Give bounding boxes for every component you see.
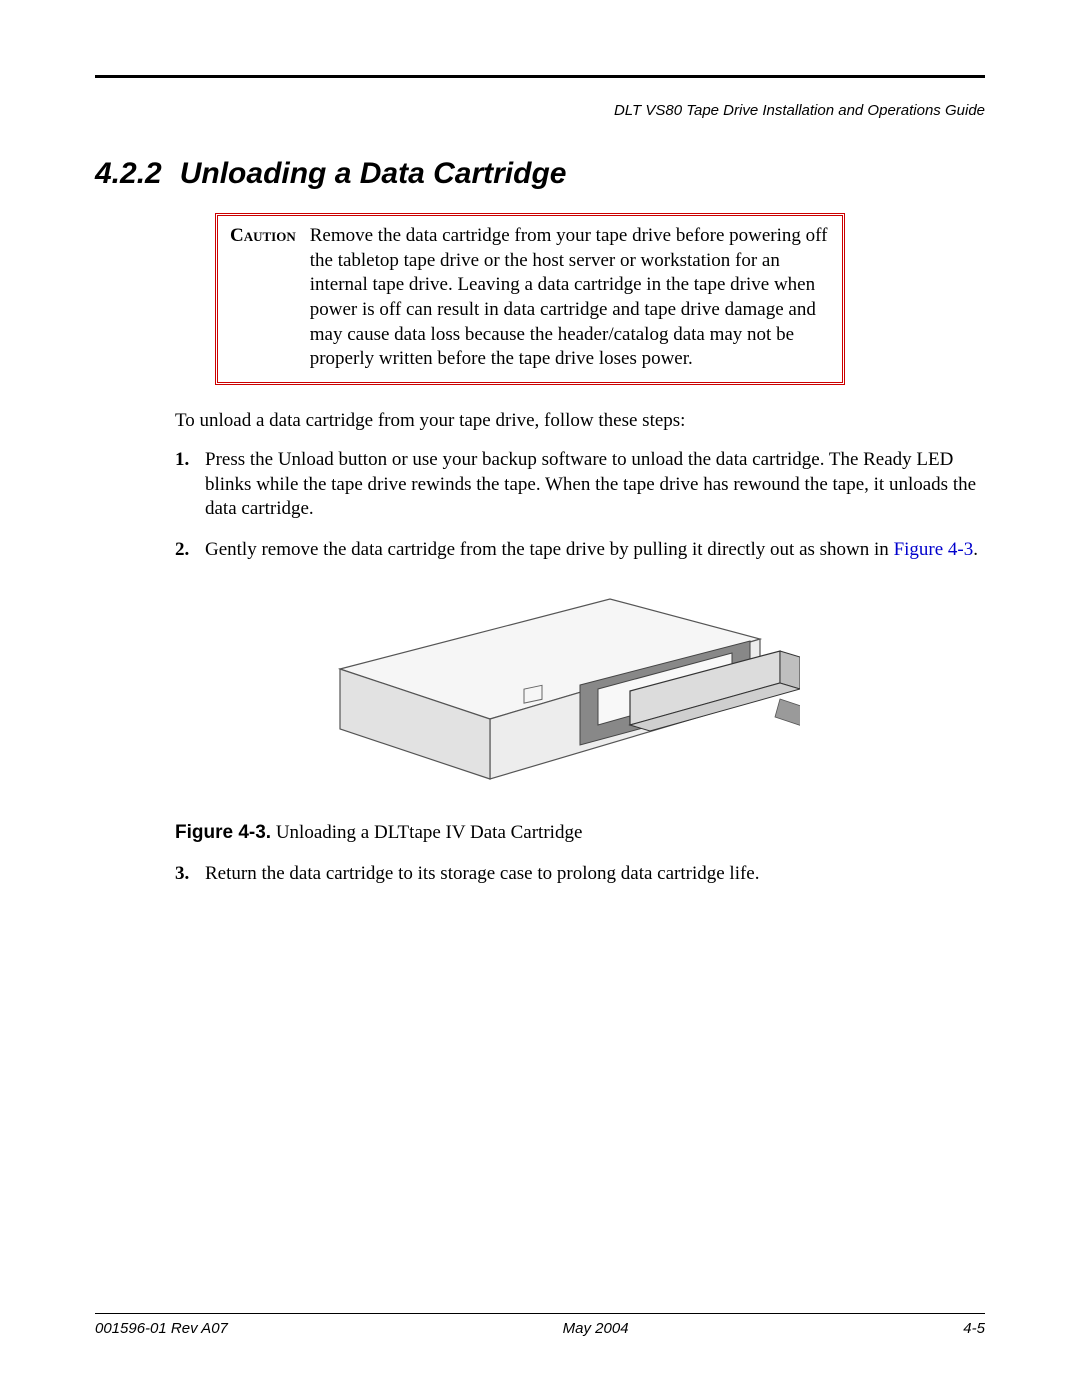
- footer-docnum: 001596-01 Rev A07: [95, 1320, 228, 1337]
- figure-label: Figure 4-3.: [175, 822, 271, 843]
- step-number: 1.: [175, 448, 205, 522]
- caution-label: Caution: [230, 224, 296, 372]
- page-footer: 001596-01 Rev A07 May 2004 4-5: [95, 1313, 985, 1337]
- step-text-part: .: [973, 539, 978, 560]
- caution-text: Remove the data cartridge from your tape…: [310, 224, 830, 372]
- figure-caption-text: Unloading a DLTtape IV Data Cartridge: [276, 822, 583, 843]
- figure-caption: Figure 4-3. Unloading a DLTtape IV Data …: [175, 822, 985, 844]
- step-list-continued: 3. Return the data cartridge to its stor…: [175, 862, 985, 887]
- section-number: 4.2.2: [95, 157, 162, 190]
- intro-text: To unload a data cartridge from your tap…: [175, 409, 985, 434]
- top-rule: [95, 75, 985, 78]
- document-title: DLT VS80 Tape Drive Installation and Ope…: [95, 102, 985, 119]
- section-title: Unloading a Data Cartridge: [180, 157, 567, 190]
- footer-rule: [95, 1313, 985, 1314]
- footer-date: May 2004: [563, 1320, 629, 1337]
- caution-box: Caution Remove the data cartridge from y…: [215, 213, 845, 385]
- tape-drive-illustration: [280, 579, 800, 799]
- figure-4-3: [95, 579, 985, 804]
- step-number: 3.: [175, 862, 205, 887]
- step-list: 1. Press the Unload button or use your b…: [175, 448, 985, 563]
- page: DLT VS80 Tape Drive Installation and Ope…: [0, 0, 1080, 1397]
- step-3: 3. Return the data cartridge to its stor…: [175, 862, 985, 887]
- figure-reference-link[interactable]: Figure 4-3: [894, 539, 974, 560]
- step-text: Return the data cartridge to its storage…: [205, 862, 985, 887]
- footer-row: 001596-01 Rev A07 May 2004 4-5: [95, 1320, 985, 1337]
- step-1: 1. Press the Unload button or use your b…: [175, 448, 985, 522]
- step-number: 2.: [175, 538, 205, 563]
- step-2: 2. Gently remove the data cartridge from…: [175, 538, 985, 563]
- section-heading: 4.2.2 Unloading a Data Cartridge: [95, 157, 985, 191]
- step-text: Press the Unload button or use your back…: [205, 448, 985, 522]
- footer-pagenum: 4-5: [963, 1320, 985, 1337]
- step-text-part: Gently remove the data cartridge from th…: [205, 539, 894, 560]
- step-text: Gently remove the data cartridge from th…: [205, 538, 985, 563]
